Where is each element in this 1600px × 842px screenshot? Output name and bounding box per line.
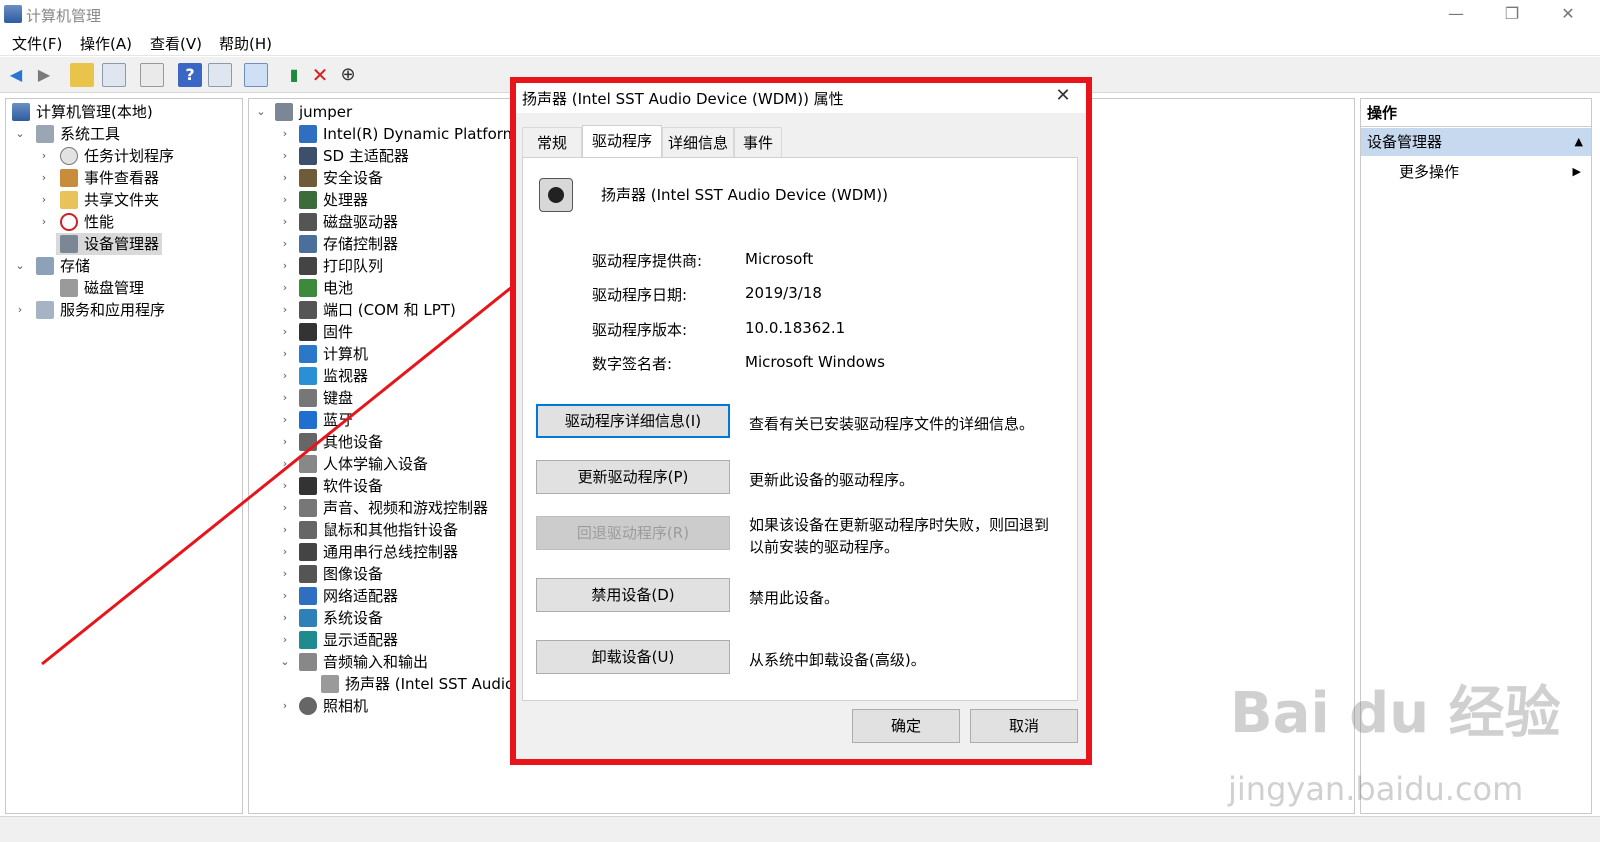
watermark-brand: Bai du 经验 (1230, 681, 1561, 746)
button-description: 查看有关已安装驱动程序文件的详细信息。 (749, 415, 1035, 433)
update-driver-button[interactable]: 更新驱动程序(P) (536, 460, 730, 494)
prop-value: Microsoft (745, 250, 814, 268)
button-description: 从系统中卸载设备(高级)。 (749, 651, 926, 669)
prop-value: 10.0.18362.1 (745, 319, 846, 337)
tab-events[interactable]: 事件 (734, 127, 782, 157)
prop-label: 驱动程序日期: (592, 286, 688, 304)
watermark-url: jingyan.baidu.com (1228, 770, 1524, 808)
cancel-button[interactable]: 取消 (970, 709, 1078, 743)
dialog-title: 扬声器 (Intel SST Audio Device (WDM)) 属性 (522, 90, 844, 108)
speaker-icon (539, 178, 573, 212)
prop-label: 数字签名者: (592, 355, 673, 373)
button-description: 更新此设备的驱动程序。 (749, 471, 915, 489)
tab-driver[interactable]: 驱动程序 (582, 125, 662, 158)
disable-device-button[interactable]: 禁用设备(D) (536, 578, 730, 612)
device-name: 扬声器 (Intel SST Audio Device (WDM)) (601, 186, 888, 204)
button-description: 禁用此设备。 (749, 589, 840, 607)
prop-label: 驱动程序提供商: (592, 252, 703, 270)
tab-general[interactable]: 常规 (522, 127, 582, 157)
prop-value: 2019/3/18 (745, 284, 822, 302)
tab-details[interactable]: 详细信息 (662, 127, 734, 157)
roll-back-driver-button: 回退驱动程序(R) (536, 516, 730, 550)
ok-button[interactable]: 确定 (852, 709, 960, 743)
button-description: 如果该设备在更新驱动程序时失败，则回退到以前安装的驱动程序。 (749, 516, 1050, 556)
dialog-close-icon[interactable]: ✕ (1048, 85, 1078, 109)
dialog-title-bar: 扬声器 (Intel SST Audio Device (WDM)) 属性 ✕ (514, 81, 1088, 113)
arrow-shaft (41, 232, 579, 666)
prop-value: Microsoft Windows (745, 353, 885, 371)
uninstall-device-button[interactable]: 卸载设备(U) (536, 640, 730, 674)
driver-details-button[interactable]: 驱动程序详细信息(I) (536, 404, 730, 438)
prop-label: 驱动程序版本: (592, 321, 688, 339)
properties-dialog: 扬声器 (Intel SST Audio Device (WDM)) 属性 ✕ … (513, 80, 1089, 760)
tab-panel: 扬声器 (Intel SST Audio Device (WDM)) 驱动程序提… (522, 157, 1078, 701)
